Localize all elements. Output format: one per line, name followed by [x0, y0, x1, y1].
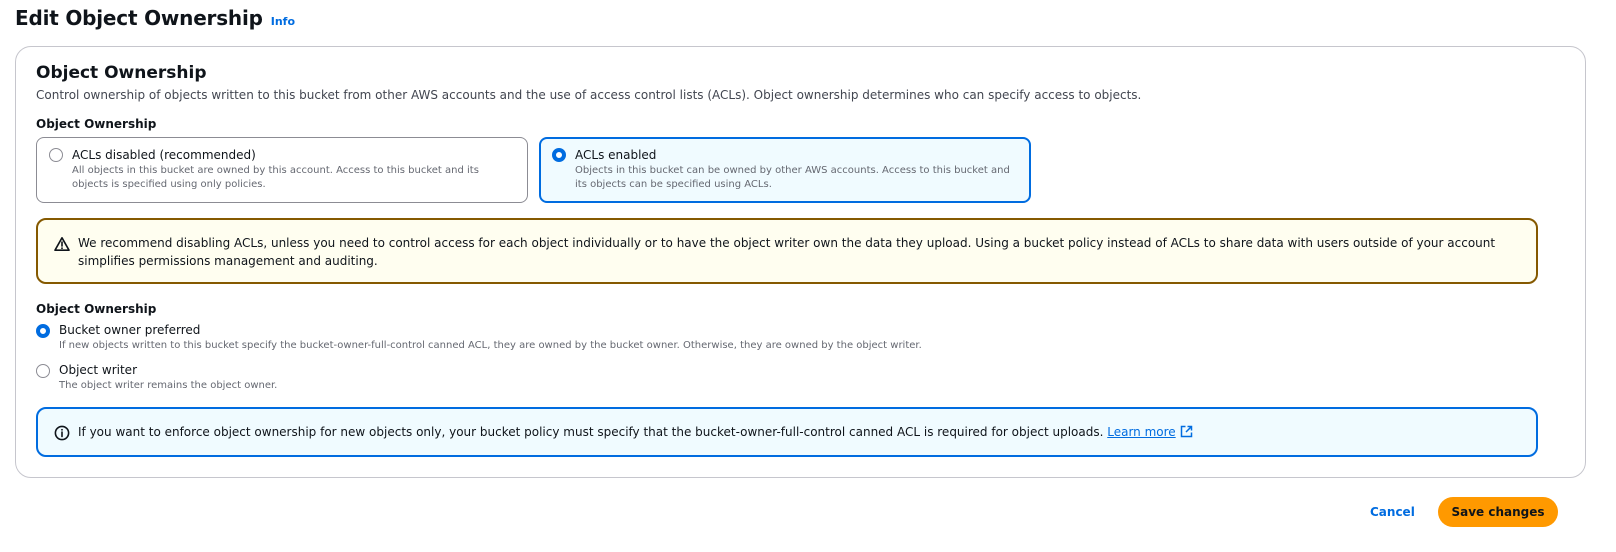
object-ownership-panel: Object Ownership Control ownership of ob… — [15, 46, 1586, 478]
learn-more-link[interactable]: Learn more — [1107, 425, 1192, 439]
info-circle-icon — [54, 425, 70, 445]
external-link-icon — [1180, 425, 1193, 443]
panel-title: Object Ownership — [36, 63, 207, 83]
acls-enabled-tile[interactable]: ACLs enabled Objects in this bucket can … — [539, 137, 1031, 203]
acls-enabled-label: ACLs enabled — [575, 148, 657, 162]
acls-disabled-radio[interactable] — [49, 148, 63, 162]
page-title: Edit Object Ownership — [15, 6, 263, 30]
warning-triangle-icon — [54, 236, 70, 256]
learn-more-label: Learn more — [1107, 425, 1176, 439]
acls-disabled-description: All objects in this bucket are owned by … — [72, 165, 479, 190]
bucket-owner-preferred-description: If new objects written to this bucket sp… — [59, 340, 922, 351]
object-writer-description: The object writer remains the object own… — [59, 380, 278, 391]
bucket-owner-preferred-label: Bucket owner preferred — [59, 323, 201, 337]
panel-description: Control ownership of objects written to … — [36, 88, 1142, 102]
warning-alert: We recommend disabling ACLs, unless you … — [36, 218, 1538, 284]
object-writer-label: Object writer — [59, 363, 137, 377]
object-writer-radio[interactable] — [36, 364, 50, 378]
acls-disabled-label: ACLs disabled (recommended) — [72, 148, 256, 162]
cancel-button[interactable]: Cancel — [1370, 505, 1415, 519]
info-alert: If you want to enforce object ownership … — [36, 407, 1538, 457]
info-alert-content: If you want to enforce object ownership … — [78, 423, 1193, 443]
bucket-owner-preferred-radio[interactable] — [36, 324, 50, 338]
save-changes-button[interactable]: Save changes — [1438, 497, 1558, 527]
acls-disabled-tile[interactable]: ACLs disabled (recommended) All objects … — [36, 137, 528, 203]
info-link[interactable]: Info — [271, 15, 295, 28]
page-header: Edit Object Ownership Info — [15, 6, 295, 30]
acls-enabled-radio[interactable] — [552, 148, 566, 162]
ownership-field-label: Object Ownership — [36, 302, 157, 316]
info-alert-text: If you want to enforce object ownership … — [78, 425, 1104, 439]
acls-enabled-description: Objects in this bucket can be owned by o… — [575, 165, 1010, 190]
warning-text: We recommend disabling ACLs, unless you … — [78, 236, 1496, 268]
acl-field-label: Object Ownership — [36, 117, 157, 131]
